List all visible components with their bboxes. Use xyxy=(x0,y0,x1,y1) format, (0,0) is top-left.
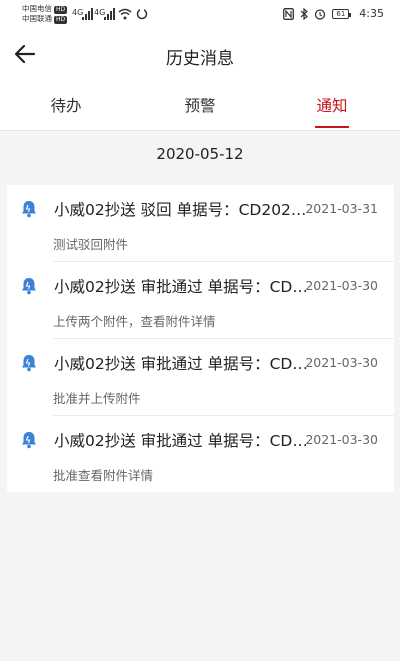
message-time: 2021-03-30 xyxy=(305,432,378,447)
date-header: 2020-05-12 xyxy=(156,145,244,163)
message-time: 2021-03-30 xyxy=(305,355,378,370)
wifi-icon xyxy=(118,8,132,20)
nfc-icon xyxy=(283,7,295,20)
alarm-icon xyxy=(315,8,326,20)
tab-notification[interactable]: 通知 xyxy=(297,94,367,116)
bell-icon xyxy=(22,278,36,295)
tab-bar: 待办 预警 通知 xyxy=(0,78,400,131)
battery-icon: 61 xyxy=(332,8,352,19)
bell-icon xyxy=(22,432,36,449)
active-tab-indicator xyxy=(315,126,349,128)
message-time: 2021-03-30 xyxy=(305,278,378,293)
message-time: 2021-03-31 xyxy=(305,201,378,216)
status-right: 61 4:35 xyxy=(283,7,384,20)
carrier-info: 中国电信 HD 中国联通 HD xyxy=(22,4,68,24)
list-item[interactable]: 小威02抄送 审批通过 单据号：CD… 2021-03-30 上传两个附件，查看… xyxy=(7,262,394,339)
bell-icon xyxy=(22,355,36,372)
list-item[interactable]: 小威02抄送 驳回 单据号：CD2021… 2021-03-31 测试驳回附件 xyxy=(7,185,394,262)
message-title: 小威02抄送 审批通过 单据号：CD… xyxy=(54,278,308,296)
message-list: 小威02抄送 驳回 单据号：CD2021… 2021-03-31 测试驳回附件 … xyxy=(7,185,394,492)
message-desc: 上传两个附件，查看附件详情 xyxy=(53,314,216,329)
hd-badge-1: HD xyxy=(54,6,68,14)
clock: 4:35 xyxy=(359,7,384,20)
tab-warning[interactable]: 预警 xyxy=(165,94,235,116)
list-item[interactable]: 小威02抄送 审批通过 单据号：CD… 2021-03-30 批准查看附件详情 xyxy=(7,416,394,493)
message-desc: 批准查看附件详情 xyxy=(53,468,154,483)
bluetooth-icon xyxy=(300,7,309,20)
bell-icon xyxy=(22,201,36,218)
carrier-1: 中国电信 xyxy=(22,4,52,13)
app-header: 历史消息 xyxy=(0,32,400,78)
carrier-2: 中国联通 xyxy=(22,14,52,23)
signal-1-icon xyxy=(82,8,93,20)
message-desc: 批准并上传附件 xyxy=(53,391,141,406)
hd-badge-2: HD xyxy=(54,16,68,24)
message-title: 小威02抄送 审批通过 单据号：CD… xyxy=(54,432,308,450)
message-desc: 测试驳回附件 xyxy=(53,237,129,252)
status-bar: 中国电信 HD 中国联通 HD 4G 4G 61 4:35 xyxy=(0,0,400,32)
tab-todo[interactable]: 待办 xyxy=(31,94,101,116)
data-saver-icon xyxy=(136,8,148,20)
signal-2-icon xyxy=(104,8,115,20)
list-item[interactable]: 小威02抄送 审批通过 单据号：CD… 2021-03-30 批准并上传附件 xyxy=(7,339,394,416)
message-title: 小威02抄送 审批通过 单据号：CD… xyxy=(54,355,308,373)
message-title: 小威02抄送 驳回 单据号：CD2021… xyxy=(54,201,312,219)
page-title: 历史消息 xyxy=(166,49,234,69)
